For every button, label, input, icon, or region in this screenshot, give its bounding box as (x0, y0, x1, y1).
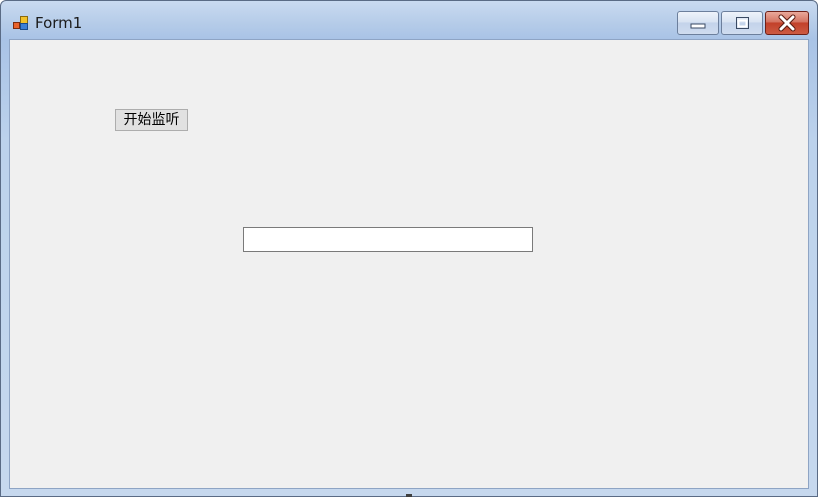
close-button[interactable] (765, 11, 809, 35)
maximize-button[interactable] (721, 11, 763, 35)
output-text-box[interactable] (243, 227, 533, 252)
maximize-icon (736, 17, 749, 29)
minimize-button[interactable] (677, 11, 719, 35)
form1-window: Form1 开始监听 (0, 0, 818, 497)
title-bar[interactable]: Form1 (1, 1, 817, 39)
app-icon (13, 15, 29, 31)
form-client-area: 开始监听 (9, 39, 809, 489)
close-icon (778, 14, 796, 32)
start-listening-button[interactable]: 开始监听 (115, 109, 188, 131)
window-title: Form1 (35, 14, 83, 32)
minimize-icon (690, 23, 706, 29)
